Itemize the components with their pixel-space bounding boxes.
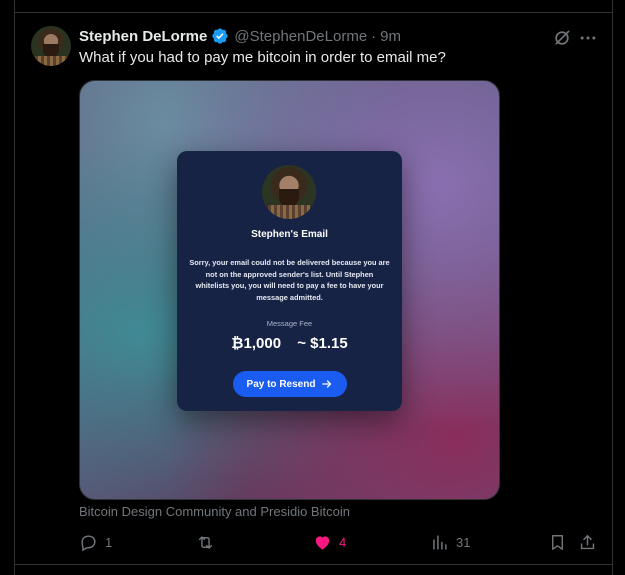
- tweet-header: Stephen DeLorme @StephenDeLorme · 9m: [79, 26, 401, 46]
- verified-badge-icon[interactable]: [211, 27, 229, 45]
- email-fee-card: Stephen's Email Sorry, your email could …: [177, 151, 402, 411]
- views-icon: [433, 534, 447, 550]
- fee-prices: ₿1,000 ~ $1.15: [177, 335, 402, 352]
- column-border-right: [612, 0, 613, 575]
- heart-icon: [315, 535, 330, 550]
- card-avatar-shirt: [268, 205, 310, 219]
- like-button[interactable]: 4: [313, 532, 346, 552]
- card-title: Stephen's Email: [251, 229, 328, 240]
- card-body-text: Sorry, your email could not be delivered…: [189, 258, 390, 302]
- author-name[interactable]: Stephen DeLorme: [79, 28, 207, 45]
- avatar-shirt: [35, 56, 67, 66]
- repost-button[interactable]: [196, 532, 222, 552]
- divider-top: [14, 12, 613, 13]
- pay-to-resend-button: Pay to Resend: [233, 371, 347, 397]
- grok-icon[interactable]: [552, 28, 572, 48]
- header-separator: ·: [371, 27, 377, 45]
- author-handle[interactable]: @StephenDeLorme: [234, 28, 367, 45]
- bookmark-button[interactable]: [548, 532, 567, 552]
- repost-icon: [198, 535, 213, 549]
- reply-button[interactable]: 1: [79, 532, 112, 552]
- views-button[interactable]: 31: [430, 532, 470, 552]
- pay-button-label: Pay to Resend: [246, 378, 316, 390]
- arrow-right-icon: [322, 380, 332, 388]
- tweet-timestamp[interactable]: 9m: [380, 28, 401, 45]
- usd-amount: ~ $1.15: [297, 335, 348, 352]
- views-count: 31: [456, 534, 471, 550]
- divider-bottom: [14, 564, 613, 565]
- bookmark-icon: [552, 534, 563, 550]
- like-count: 4: [339, 534, 347, 550]
- media-caption[interactable]: Bitcoin Design Community and Presidio Bi…: [79, 504, 350, 519]
- share-icon: [580, 534, 595, 549]
- fee-label: Message Fee: [266, 319, 313, 328]
- reply-count: 1: [105, 534, 113, 550]
- more-icon[interactable]: [578, 28, 598, 48]
- tweet-text: What if you had to pay me bitcoin in ord…: [79, 49, 446, 66]
- share-button[interactable]: [578, 532, 597, 552]
- column-border-left: [14, 0, 15, 575]
- tweet-media-image[interactable]: Stephen's Email Sorry, your email could …: [79, 80, 500, 500]
- author-avatar[interactable]: [31, 26, 71, 66]
- btc-amount: ₿1,000: [231, 335, 282, 352]
- reply-icon: [81, 534, 96, 551]
- card-avatar: [262, 165, 316, 219]
